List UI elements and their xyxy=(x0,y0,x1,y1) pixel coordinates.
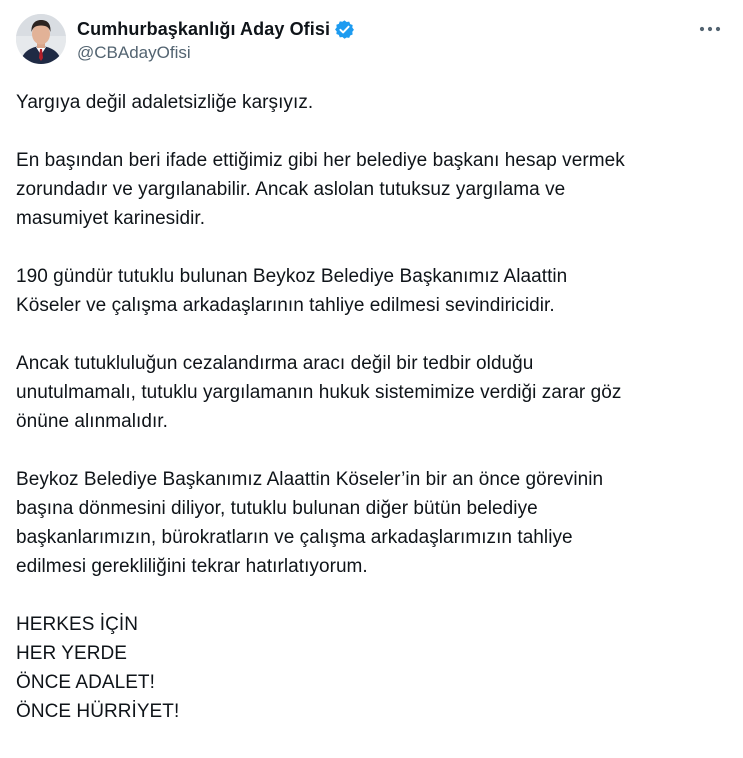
more-horizontal-icon xyxy=(699,26,721,32)
author-names: Cumhurbaşkanlığı Aday Ofisi @CBAdayOfisi xyxy=(77,14,355,63)
tweet-paragraph: 190 gündür tutuklu bulunan Beykoz Beledi… xyxy=(16,266,568,316)
profile-photo-icon xyxy=(16,14,66,64)
more-options-button[interactable] xyxy=(693,14,727,44)
name-row: Cumhurbaşkanlığı Aday Ofisi xyxy=(77,17,355,41)
verified-badge-icon xyxy=(334,19,355,40)
author-handle[interactable]: @CBAdayOfisi xyxy=(77,43,355,63)
tweet-card: Cumhurbaşkanlığı Aday Ofisi @CBAdayOfisi… xyxy=(0,0,743,758)
avatar[interactable] xyxy=(16,14,66,64)
tweet-paragraph: Yargıya değil adaletsizliğe karşıyız. xyxy=(16,92,314,113)
tweet-text: Yargıya değil adaletsizliğe karşıyız. En… xyxy=(16,88,727,726)
author-display-name[interactable]: Cumhurbaşkanlığı Aday Ofisi xyxy=(77,19,330,40)
tweet-paragraph: HERKES İÇİN HER YERDE ÖNCE ADALET! ÖNCE … xyxy=(16,614,180,722)
tweet-header: Cumhurbaşkanlığı Aday Ofisi @CBAdayOfisi xyxy=(16,14,727,70)
tweet-paragraph: Beykoz Belediye Başkanımız Alaattin Köse… xyxy=(16,469,604,577)
tweet-paragraph: Ancak tutukluluğun cezalandırma aracı de… xyxy=(16,353,622,432)
tweet-paragraph: En başından beri ifade ettiğimiz gibi he… xyxy=(16,150,625,229)
